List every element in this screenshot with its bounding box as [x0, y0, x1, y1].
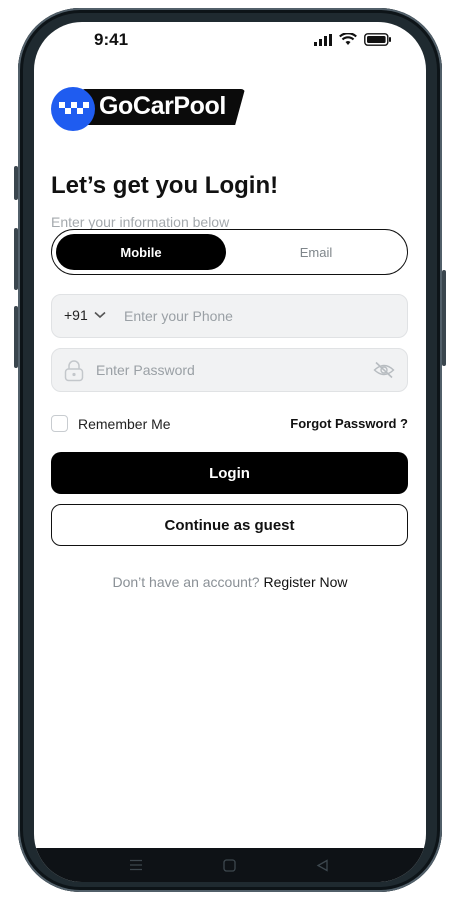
- checkered-flag-icon: [59, 102, 89, 114]
- continue-as-guest-button[interactable]: Continue as guest: [51, 504, 408, 546]
- status-icons: [314, 33, 392, 46]
- login-button[interactable]: Login: [51, 452, 408, 494]
- battery-icon: [364, 33, 391, 46]
- chevron-down-icon[interactable]: [94, 311, 106, 319]
- phone-field: +91: [51, 294, 408, 338]
- side-button-silent: [14, 166, 18, 200]
- phone-input[interactable]: [124, 295, 394, 337]
- wifi-icon: [339, 33, 357, 45]
- side-button-volume-down: [14, 306, 18, 368]
- tab-mobile[interactable]: Mobile: [56, 234, 226, 270]
- page-subtitle: Enter your information below: [51, 214, 230, 230]
- tab-email[interactable]: Email: [228, 234, 404, 270]
- signal-icon: [314, 33, 332, 46]
- logo-taxi-badge: [51, 87, 95, 131]
- logo-wordmark: GoCarPool: [99, 92, 226, 120]
- home-square-icon[interactable]: [223, 859, 236, 872]
- remember-me: Remember Me: [51, 415, 171, 432]
- gocarpool-logo: GoCarPool: [51, 86, 247, 132]
- remember-me-label: Remember Me: [78, 415, 171, 432]
- system-nav-bar: [34, 848, 426, 882]
- remember-me-checkbox[interactable]: [51, 415, 68, 432]
- side-button-volume-up: [14, 228, 18, 290]
- back-triangle-icon[interactable]: [316, 859, 329, 872]
- status-time: 9:41: [94, 30, 129, 49]
- password-input[interactable]: [96, 349, 366, 391]
- side-button-power: [442, 270, 446, 366]
- register-question: Don’t have an account?: [112, 574, 260, 590]
- app-screen: 9:41 GoCarPool Let’s get you Login! Ente…: [34, 22, 426, 882]
- register-prompt: Don’t have an account? Register Now: [34, 574, 426, 590]
- login-method-toggle: Mobile Email: [51, 229, 408, 275]
- password-field: [51, 348, 408, 392]
- forgot-password-link[interactable]: Forgot Password ?: [290, 416, 408, 431]
- country-code-select[interactable]: +91: [64, 307, 88, 323]
- menu-icon[interactable]: [129, 859, 143, 871]
- page-title: Let’s get you Login!: [51, 172, 279, 199]
- register-now-link[interactable]: Register Now: [263, 574, 347, 590]
- lock-icon: [64, 360, 84, 382]
- eye-off-icon[interactable]: [373, 361, 395, 379]
